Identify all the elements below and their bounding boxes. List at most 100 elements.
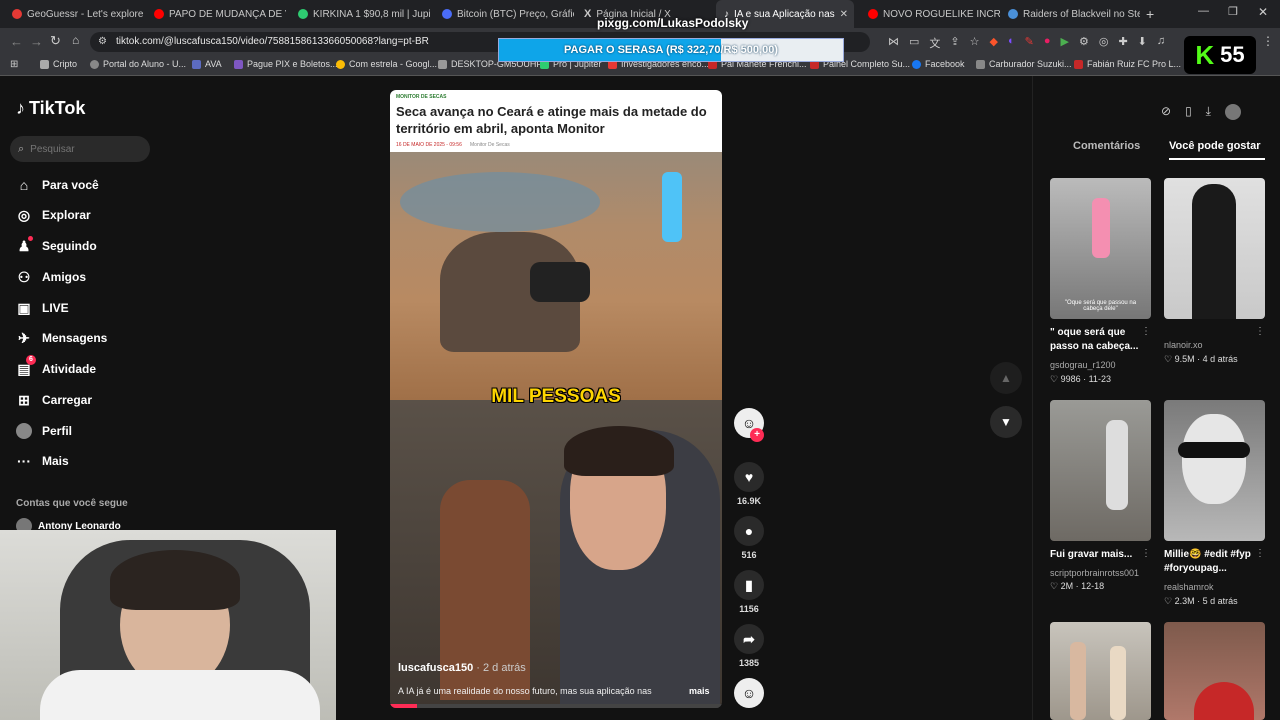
browser-tab[interactable]: Bitcoin (BTC) Preço, Gráfico, Ca bbox=[434, 0, 574, 28]
nav-upload[interactable]: ⊞ Carregar bbox=[16, 392, 92, 408]
video-author[interactable]: luscafusca150 · 2 d atrás bbox=[398, 662, 526, 674]
nav-messages[interactable]: ✈ Mensagens bbox=[16, 330, 107, 346]
forward-icon[interactable]: → bbox=[30, 34, 43, 49]
comment-button[interactable]: ● 516 bbox=[733, 516, 765, 560]
bookmark-item[interactable]: Carburador Suzuki... bbox=[976, 59, 1072, 69]
extension-icon[interactable]: ● bbox=[1044, 35, 1051, 51]
donation-goal-bar: PAGAR O SERASA (R$ 322,70/R$ 500,00) bbox=[498, 38, 844, 62]
home-icon[interactable]: ⌂ bbox=[72, 33, 79, 47]
recommendation-author[interactable]: nlanoir.xo bbox=[1164, 340, 1203, 350]
puzzle-icon[interactable]: ✚ bbox=[1118, 35, 1127, 51]
search-input[interactable] bbox=[30, 143, 131, 155]
object-shape bbox=[1194, 682, 1254, 720]
more-options-icon[interactable]: ⋮ bbox=[1255, 326, 1265, 337]
tiktok-logo[interactable]: ♪ TikTok bbox=[16, 98, 85, 119]
nav-live[interactable]: ▣ LIVE bbox=[16, 300, 69, 316]
extension-icon[interactable]: ◐ bbox=[1008, 35, 1015, 51]
recommendation-thumbnail[interactable] bbox=[1050, 622, 1151, 720]
recommendation-thumbnail[interactable] bbox=[1164, 178, 1265, 319]
x-logo-icon: X bbox=[584, 8, 592, 20]
recommendation-thumbnail[interactable] bbox=[1164, 622, 1265, 720]
bookmark-item[interactable]: Pague PIX e Boletos... bbox=[234, 59, 338, 69]
sound-avatar[interactable]: ☺ bbox=[733, 678, 765, 712]
browser-tab[interactable]: NOVO ROGUELIKE INCRÍVEL bbox=[860, 0, 1000, 28]
creator-avatar[interactable]: ☺ + bbox=[733, 408, 765, 456]
tab-you-may-like[interactable]: Você pode gostar bbox=[1169, 140, 1260, 152]
share-icon[interactable]: ⇪ bbox=[950, 35, 959, 51]
new-tab-icon[interactable]: + bbox=[1146, 6, 1154, 22]
extension-icon[interactable]: ▶ bbox=[1061, 35, 1069, 51]
bookmark-item[interactable]: Portal do Aluno - U... bbox=[90, 59, 186, 69]
recommendation-title[interactable]: Millie🤓 #edit #fyp #foryoupag... bbox=[1164, 548, 1256, 576]
more-options-icon[interactable]: ⋮ bbox=[1141, 326, 1151, 337]
extension-icon[interactable]: ✎ bbox=[1025, 35, 1034, 51]
recommendation-author[interactable]: scriptporbrainrotss001 bbox=[1050, 568, 1139, 578]
nav-friends[interactable]: ⚇ Amigos bbox=[16, 269, 86, 285]
person-shape bbox=[662, 172, 682, 242]
close-tab-icon[interactable]: ✕ bbox=[840, 9, 848, 20]
bookmark-item[interactable]: Fabián Ruiz FC Pro L... bbox=[1074, 59, 1181, 69]
bookmark-label: Pague PIX e Boletos... bbox=[247, 59, 338, 69]
more-options-icon[interactable]: ⋮ bbox=[1141, 548, 1151, 559]
like-button[interactable]: ♥ 16.9K bbox=[733, 462, 765, 506]
profile-avatar bbox=[16, 423, 32, 439]
close-window-icon[interactable]: ✕ bbox=[1258, 5, 1268, 19]
recommendation-title[interactable]: " oque será que passo na cabeça... bbox=[1050, 326, 1142, 354]
nav-label: Mensagens bbox=[42, 331, 108, 345]
bookmark-star-icon[interactable]: ☆ bbox=[970, 35, 980, 51]
recommendation-thumbnail[interactable]: "Oque será que passou na cabeça dele" bbox=[1050, 178, 1151, 319]
video-progress-track[interactable] bbox=[390, 704, 722, 708]
menu-icon[interactable]: ⋮ bbox=[1262, 34, 1274, 48]
recommendation-thumbnail[interactable] bbox=[1050, 400, 1151, 541]
browser-tab[interactable]: GeoGuessr - Let's explore the bbox=[4, 0, 144, 28]
recommendation-author[interactable]: realshamrok bbox=[1164, 582, 1214, 592]
bookmark-item[interactable]: Cripto bbox=[40, 59, 77, 69]
back-icon[interactable]: ← bbox=[10, 34, 23, 49]
nav-following[interactable]: ♟ Seguindo bbox=[16, 236, 97, 254]
site-info-icon[interactable]: ⚙ bbox=[98, 32, 107, 52]
translate-icon[interactable]: 文 bbox=[929, 35, 940, 51]
nav-more[interactable]: ··· Mais bbox=[16, 453, 69, 469]
bookmark-item[interactable]: Com estrela - Googl... bbox=[336, 59, 437, 69]
nav-explore[interactable]: ◎ Explorar bbox=[16, 207, 91, 223]
tab-comments[interactable]: Comentários bbox=[1073, 140, 1140, 152]
video-player[interactable]: MONITOR DE SECAS Seca avança no Ceará e … bbox=[390, 90, 722, 708]
chevron-up-icon[interactable]: ▲ bbox=[990, 362, 1022, 394]
share-button[interactable]: ➦ 1385 bbox=[733, 624, 765, 668]
browser-tab[interactable]: Raiders of Blackveil no Steam bbox=[1000, 0, 1140, 28]
extension-icon[interactable]: ⋈ bbox=[888, 35, 899, 51]
recommendation-author[interactable]: gsdograu_r1200 bbox=[1050, 360, 1116, 370]
downloads-icon[interactable]: ⬇ bbox=[1138, 35, 1147, 51]
search-box[interactable]: ⌕ bbox=[10, 136, 150, 162]
save-button[interactable]: ▮ 1156 bbox=[733, 570, 765, 614]
extension-icon[interactable]: ⚙ bbox=[1079, 35, 1089, 51]
extension-icon[interactable]: ◎ bbox=[1099, 35, 1109, 51]
bookmark-item[interactable]: Facebook bbox=[912, 59, 965, 69]
compass-icon[interactable]: ⊘ bbox=[1161, 104, 1171, 120]
minimize-icon[interactable]: — bbox=[1198, 5, 1209, 17]
media-icon[interactable]: ♫ bbox=[1157, 35, 1165, 51]
nav-label: LIVE bbox=[42, 301, 69, 315]
recommendation-thumbnail[interactable] bbox=[1164, 400, 1265, 541]
nav-for-you[interactable]: ⌂ Para você bbox=[16, 177, 99, 193]
apps-grid-icon[interactable]: ⊞ bbox=[10, 59, 18, 70]
maximize-icon[interactable]: ❐ bbox=[1228, 5, 1238, 18]
recommendation-title[interactable]: Fui gravar mais... bbox=[1050, 548, 1142, 562]
browser-tab[interactable]: PAPO DE MUDANÇA DE VIDA bbox=[146, 0, 286, 28]
download-icon[interactable]: ⤓ bbox=[1206, 104, 1211, 120]
user-avatar[interactable] bbox=[1224, 104, 1241, 120]
bookmark-item[interactable]: AVA bbox=[192, 59, 222, 69]
favicon-icon bbox=[192, 59, 201, 69]
reload-icon[interactable]: ↻ bbox=[50, 33, 61, 49]
browser-tab[interactable]: KIRKINA 1 $90,8 mil | Jupiter bbox=[290, 0, 430, 28]
follow-plus-icon[interactable]: + bbox=[750, 428, 764, 442]
favicon-icon bbox=[336, 59, 345, 69]
more-link[interactable]: mais bbox=[689, 686, 710, 696]
chevron-down-icon[interactable]: ▼ bbox=[990, 406, 1022, 438]
more-options-icon[interactable]: ⋮ bbox=[1255, 548, 1265, 559]
brave-icon[interactable]: ◆ bbox=[990, 35, 998, 51]
nav-activity[interactable]: ▤ 6 Atividade bbox=[16, 355, 96, 377]
cast-icon[interactable]: ▭ bbox=[909, 35, 919, 51]
nav-profile[interactable]: Perfil bbox=[16, 423, 72, 439]
phone-icon[interactable]: ▯ bbox=[1185, 104, 1192, 120]
